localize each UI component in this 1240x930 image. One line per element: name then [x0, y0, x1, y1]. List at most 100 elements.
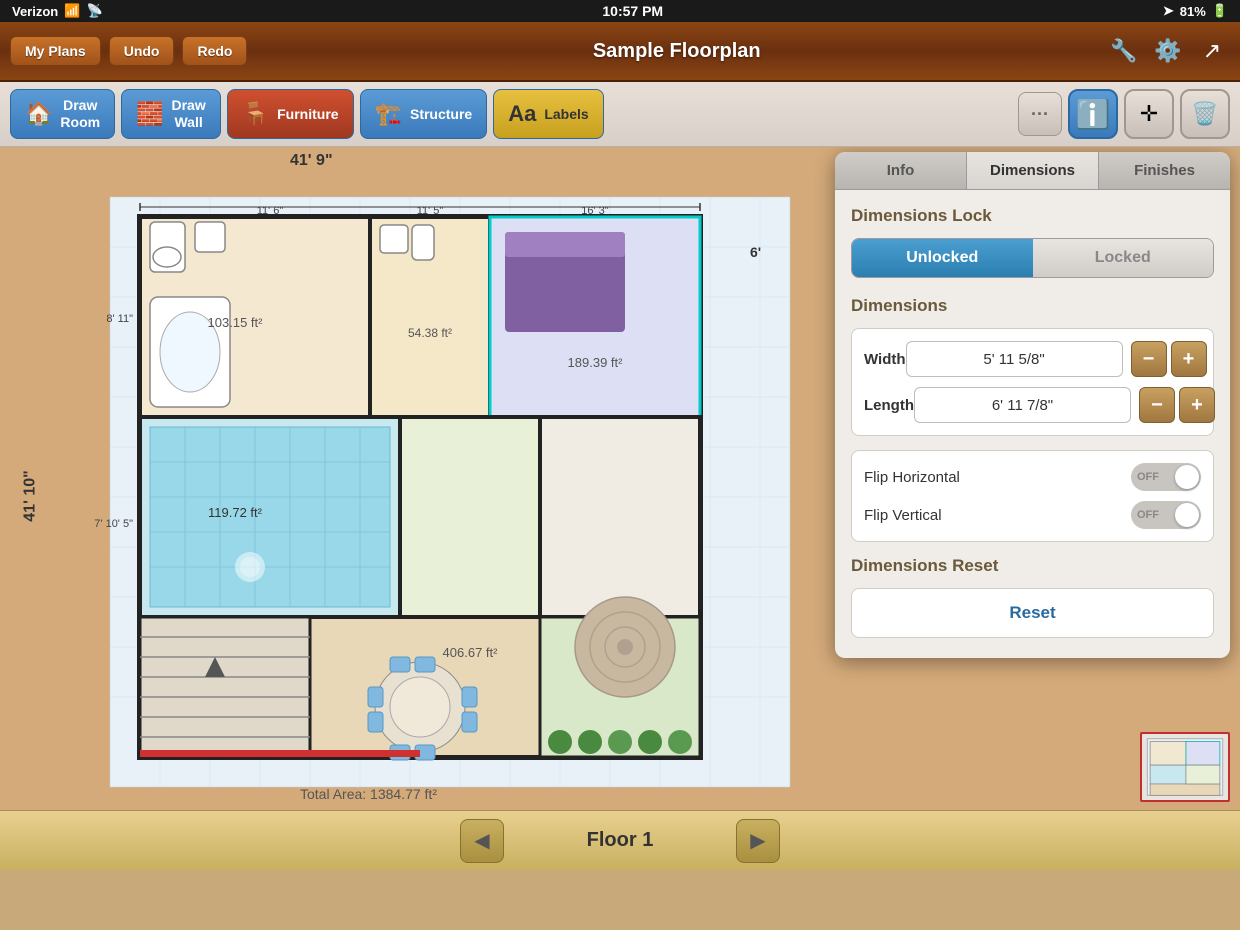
export-button[interactable]: ↗	[1194, 33, 1230, 69]
tab-dimensions[interactable]: Dimensions	[967, 152, 1099, 189]
width-decrement-button[interactable]: −	[1131, 341, 1167, 377]
battery-icon: 🔋	[1212, 3, 1228, 19]
gear-icon: ⚙️	[1154, 38, 1181, 64]
next-floor-button[interactable]: ▶	[736, 819, 780, 863]
labels-icon: Aa	[508, 101, 536, 127]
main-canvas-area: 41' 9" 41' 10"	[0, 147, 1240, 870]
flip-horizontal-row: Flip Horizontal OFF	[864, 463, 1201, 491]
labels-button[interactable]: Aa Labels	[493, 89, 603, 139]
battery-label: 81%	[1180, 4, 1206, 19]
length-increment-button[interactable]: +	[1179, 387, 1215, 423]
flip-section: Flip Horizontal OFF Flip Vertical OFF	[851, 450, 1214, 542]
dimensions-panel: Info Dimensions Finishes Dimensions Lock…	[835, 152, 1230, 658]
svg-text:189.39 ft²: 189.39 ft²	[568, 355, 624, 370]
info-icon: ℹ️	[1076, 98, 1111, 131]
flip-horizontal-toggle[interactable]: OFF	[1131, 463, 1201, 491]
reset-button[interactable]: Reset	[851, 588, 1214, 638]
floor-label: Floor 1	[520, 829, 720, 852]
flip-horizontal-label: Flip Horizontal	[864, 469, 960, 486]
flip-horizontal-state: OFF	[1137, 471, 1159, 483]
draw-wall-button[interactable]: 🧱 DrawWall	[121, 89, 221, 139]
panel-body: Dimensions Lock Unlocked Locked Dimensio…	[835, 190, 1230, 658]
my-plans-button[interactable]: My Plans	[10, 36, 101, 66]
secondary-toolbar: 🏠 DrawRoom 🧱 DrawWall 🪑 Furniture 🏗️ Str…	[0, 82, 1240, 147]
undo-button[interactable]: Undo	[109, 36, 175, 66]
move-mode-button[interactable]: ✛	[1124, 89, 1174, 139]
next-floor-icon: ▶	[750, 828, 765, 853]
svg-text:8' 11": 8' 11"	[106, 313, 133, 325]
floorplan-canvas[interactable]: 103.15 ft² 54.38 ft² 189.39 ft²	[50, 167, 830, 847]
draw-wall-label: DrawWall	[171, 97, 205, 131]
left-dimension-label: 41' 10"	[22, 470, 40, 521]
flip-vertical-label: Flip Vertical	[864, 507, 942, 524]
svg-text:406.67 ft²: 406.67 ft²	[443, 645, 499, 660]
unlocked-button[interactable]: Unlocked	[852, 239, 1033, 277]
settings-button[interactable]: ⚙️	[1150, 33, 1186, 69]
carrier-label: Verizon	[12, 4, 58, 19]
move-icon: ✛	[1140, 101, 1158, 127]
more-icon: ···	[1031, 104, 1049, 125]
wrench-button[interactable]: 🔧	[1106, 33, 1142, 69]
draw-wall-icon: 🧱	[136, 101, 163, 127]
panel-tabs: Info Dimensions Finishes	[835, 152, 1230, 190]
status-bar: Verizon 📶 📡 10:57 PM ➤ 81% 🔋	[0, 0, 1240, 22]
svg-text:103.15 ft²: 103.15 ft²	[208, 315, 264, 330]
total-area-label: Total Area: 1384.77 ft²	[300, 786, 437, 802]
tab-info[interactable]: Info	[835, 152, 967, 189]
furniture-button[interactable]: 🪑 Furniture	[227, 89, 354, 139]
flip-vertical-toggle[interactable]: OFF	[1131, 501, 1201, 529]
reset-section: Reset	[851, 588, 1214, 638]
status-left: Verizon 📶 📡	[12, 3, 103, 19]
signal-icon: 📶	[64, 3, 80, 19]
minimap[interactable]	[1140, 732, 1230, 802]
lock-toggle: Unlocked Locked	[851, 238, 1214, 278]
wrench-icon: 🔧	[1110, 38, 1137, 64]
width-increment-button[interactable]: +	[1171, 341, 1207, 377]
length-label: Length	[864, 397, 914, 414]
trash-icon: 🗑️	[1191, 101, 1218, 127]
main-toolbar: My Plans Undo Redo Sample Floorplan 🔧 ⚙️…	[0, 22, 1240, 82]
furniture-label: Furniture	[277, 106, 338, 122]
flip-vertical-state: OFF	[1137, 509, 1159, 521]
location-icon: ➤	[1163, 3, 1174, 19]
width-input[interactable]	[906, 341, 1123, 377]
time-label: 10:57 PM	[602, 3, 663, 19]
redo-button[interactable]: Redo	[182, 36, 247, 66]
tab-finishes[interactable]: Finishes	[1099, 152, 1230, 189]
flip-vertical-thumb	[1175, 503, 1199, 527]
labels-label: Labels	[544, 106, 588, 122]
prev-floor-icon: ◀	[474, 828, 489, 853]
width-buttons: − +	[1131, 341, 1207, 377]
draw-room-icon: 🏠	[25, 101, 52, 127]
wifi-icon: 📡	[86, 3, 102, 19]
width-label: Width	[864, 351, 906, 368]
draw-room-button[interactable]: 🏠 DrawRoom	[10, 89, 115, 139]
length-row: Length − +	[864, 387, 1201, 423]
info-mode-button[interactable]: ℹ️	[1068, 89, 1118, 139]
app-title: Sample Floorplan	[255, 40, 1098, 63]
furniture-icon: 🪑	[242, 101, 269, 127]
dimensions-title: Dimensions	[851, 296, 1214, 316]
flip-vertical-row: Flip Vertical OFF	[864, 501, 1201, 529]
flip-horizontal-thumb	[1175, 465, 1199, 489]
structure-label: Structure	[410, 106, 472, 122]
svg-text:7' 10' 5": 7' 10' 5"	[94, 518, 133, 530]
more-tools-button[interactable]: ···	[1018, 92, 1062, 136]
length-input[interactable]	[914, 387, 1131, 423]
length-decrement-button[interactable]: −	[1139, 387, 1175, 423]
structure-icon: 🏗️	[375, 101, 402, 127]
status-right: ➤ 81% 🔋	[1163, 3, 1228, 19]
dimensions-section: Width − + Length − +	[851, 328, 1214, 436]
length-buttons: − +	[1139, 387, 1215, 423]
prev-floor-button[interactable]: ◀	[460, 819, 504, 863]
locked-button[interactable]: Locked	[1033, 239, 1214, 277]
draw-room-label: DrawRoom	[60, 97, 100, 131]
svg-text:119.72 ft²: 119.72 ft²	[208, 505, 263, 520]
bottom-bar: ◀ Floor 1 ▶	[0, 810, 1240, 870]
delete-mode-button[interactable]: 🗑️	[1180, 89, 1230, 139]
structure-button[interactable]: 🏗️ Structure	[360, 89, 488, 139]
width-row: Width − +	[864, 341, 1201, 377]
dimensions-reset-title: Dimensions Reset	[851, 556, 1214, 576]
svg-text:54.38 ft²: 54.38 ft²	[408, 326, 452, 340]
export-icon: ↗	[1203, 38, 1221, 64]
